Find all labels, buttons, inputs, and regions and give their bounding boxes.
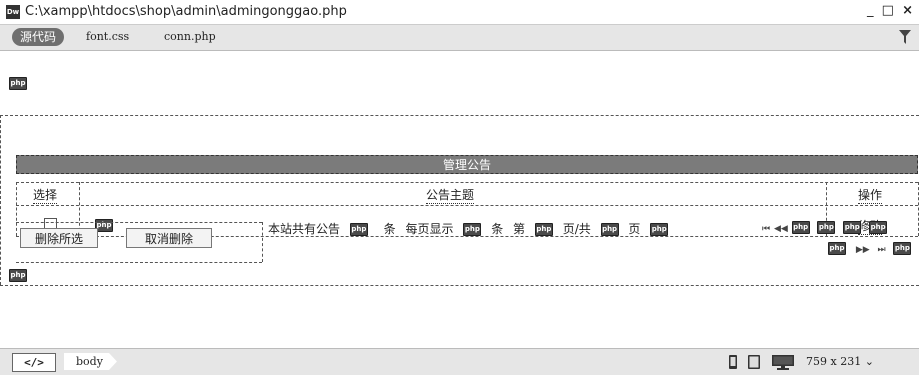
mobile-icon[interactable] <box>728 355 738 372</box>
php-code-icon[interactable]: php <box>349 223 368 236</box>
related-files-bar: 源代码 font.css conn.php <box>0 25 919 51</box>
pager-nav-bottom: php ▶▶ ⏭ php <box>828 241 912 255</box>
button-cell-bottom <box>16 262 262 263</box>
minimize-button[interactable]: _ <box>867 3 874 18</box>
column-header-select: 选择 <box>33 188 58 204</box>
pager-page-of-label: 页/共 <box>562 222 591 236</box>
cancel-delete-button[interactable]: 取消删除 <box>126 228 212 248</box>
form-boundary-left <box>0 115 1 285</box>
column-header-action: 操作 <box>858 188 883 204</box>
php-code-icon[interactable]: php <box>791 221 810 234</box>
php-code-icon[interactable]: php <box>534 223 553 236</box>
pager-unit2-label: 条 <box>491 222 504 236</box>
next-page-icon[interactable]: ▶▶ <box>856 245 870 255</box>
php-code-icon[interactable]: php <box>650 223 669 236</box>
desktop-icon[interactable] <box>772 355 794 373</box>
window-title: C:\xampp\htdocs\shop\admin\admingonggao.… <box>25 4 347 19</box>
column-header-subject: 公告主题 <box>426 188 475 204</box>
file-tab-conn-php[interactable]: conn.php <box>164 30 216 43</box>
dreamweaver-logo-icon: Dw <box>6 5 20 19</box>
close-button[interactable]: × <box>902 3 913 18</box>
tablet-icon[interactable] <box>748 355 760 372</box>
php-code-icon[interactable]: php <box>9 77 27 90</box>
delete-selected-button[interactable]: 删除所选 <box>20 228 98 248</box>
last-page-icon[interactable]: ⏭ <box>878 245 886 255</box>
php-code-icon[interactable]: php <box>828 242 846 255</box>
chevron-down-icon: ⌄ <box>864 355 874 368</box>
php-code-icon[interactable]: php <box>9 269 27 282</box>
php-code-icon[interactable]: php <box>463 223 482 236</box>
window-controls: _ □ × <box>863 3 913 18</box>
prev-page-icon[interactable]: ◀◀ <box>774 224 788 234</box>
pager-page-prefix: 第 <box>513 222 526 236</box>
window-size-dropdown[interactable]: 759 x 231 ⌄ <box>806 355 874 368</box>
pager-per-page-label: 每页显示 <box>405 222 454 236</box>
php-code-icon[interactable]: php <box>843 221 862 234</box>
pager-total-label: 本站共有公告 <box>268 222 341 236</box>
form-boundary-bottom <box>0 285 919 286</box>
table-row-divider <box>16 205 918 206</box>
filter-icon[interactable] <box>899 30 911 47</box>
php-code-icon[interactable]: php <box>600 223 619 236</box>
maximize-button[interactable]: □ <box>882 3 894 18</box>
form-boundary-top <box>0 115 919 116</box>
window-size-value: 759 x 231 <box>806 355 862 368</box>
first-page-icon[interactable]: ⏮ <box>762 224 770 234</box>
status-bar: </> body 759 x 231 ⌄ <box>0 348 919 375</box>
title-bar: Dw C:\xampp\htdocs\shop\admin\admingongg… <box>0 0 919 25</box>
pager-unit-label: 条 <box>383 222 396 236</box>
table-header-title: 管理公告 <box>16 155 918 174</box>
php-code-icon[interactable]: php <box>893 242 912 255</box>
table-col-divider <box>16 182 17 236</box>
pager-nav-top: ⏮ ◀◀ php php php php <box>762 220 888 234</box>
php-code-icon[interactable]: php <box>869 221 888 234</box>
php-code-icon[interactable]: php <box>817 221 836 234</box>
button-cell-top <box>16 222 262 223</box>
table-row-divider <box>16 182 918 183</box>
button-cell-right <box>262 222 263 262</box>
source-code-tab[interactable]: 源代码 <box>12 28 65 46</box>
code-view-toggle-button[interactable]: </> <box>12 353 56 372</box>
file-tab-font-css[interactable]: font.css <box>86 30 129 43</box>
tag-selector-body[interactable]: body <box>64 353 117 370</box>
pagination-info: 本站共有公告 php 条 每页显示 php 条 第 php 页/共 php 页 … <box>268 220 669 237</box>
pager-page-suffix: 页 <box>628 222 641 236</box>
